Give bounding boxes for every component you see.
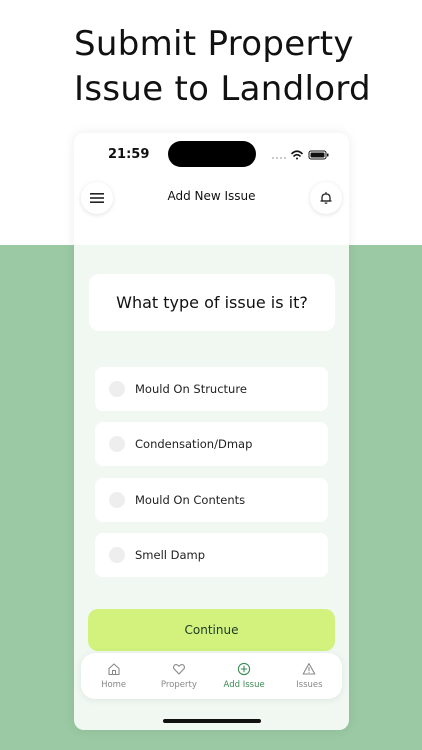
signal-icon [272, 157, 286, 159]
plus-circle-icon [237, 662, 251, 676]
radio-button[interactable] [109, 381, 125, 397]
continue-button[interactable]: Continue [88, 609, 335, 651]
option-label: Mould On Structure [135, 382, 247, 396]
tab-home[interactable]: Home [81, 653, 146, 699]
warning-icon [303, 663, 316, 675]
app-header: 21:59 Add New Issue [74, 133, 349, 245]
tab-property[interactable]: Property [146, 653, 211, 699]
option-label: Smell Damp [135, 548, 206, 562]
option-mould-on-contents[interactable]: Mould On Contents [95, 478, 328, 522]
radio-button[interactable] [109, 436, 125, 452]
home-indicator [163, 719, 261, 723]
bottom-tab-bar: Home Property Add Issue Issues [81, 653, 342, 699]
tab-add-issue[interactable]: Add Issue [212, 653, 277, 699]
tab-label: Issues [296, 680, 323, 690]
bell-icon [320, 191, 332, 204]
tab-label: Add Issue [223, 680, 265, 690]
option-mould-on-structure[interactable]: Mould On Structure [95, 367, 328, 411]
question-text: What type of issue is it? [116, 293, 308, 312]
radio-button[interactable] [109, 492, 125, 508]
heart-icon [172, 664, 185, 675]
dynamic-island [168, 141, 256, 167]
notifications-button[interactable] [310, 182, 342, 214]
option-label: Condensation/Dmap [135, 437, 253, 451]
home-icon [108, 663, 120, 676]
question-card: What type of issue is it? [89, 274, 335, 331]
battery-icon [308, 150, 329, 160]
option-smell-damp[interactable]: Smell Damp [95, 533, 328, 577]
tab-issues[interactable]: Issues [277, 653, 342, 699]
option-condensation[interactable]: Condensation/Dmap [95, 422, 328, 466]
page-title: Add New Issue [167, 189, 256, 203]
radio-button[interactable] [109, 547, 125, 563]
wifi-icon [291, 150, 303, 160]
tab-label: Home [101, 680, 127, 690]
status-icons [272, 150, 329, 160]
promo-headline: Submit Property Issue to Landlord [74, 24, 371, 109]
status-time: 21:59 [108, 147, 150, 162]
option-label: Mould On Contents [135, 493, 246, 507]
phone-screen: 21:59 Add New Issue What type of issue i… [74, 133, 349, 730]
tab-label: Property [160, 680, 197, 690]
